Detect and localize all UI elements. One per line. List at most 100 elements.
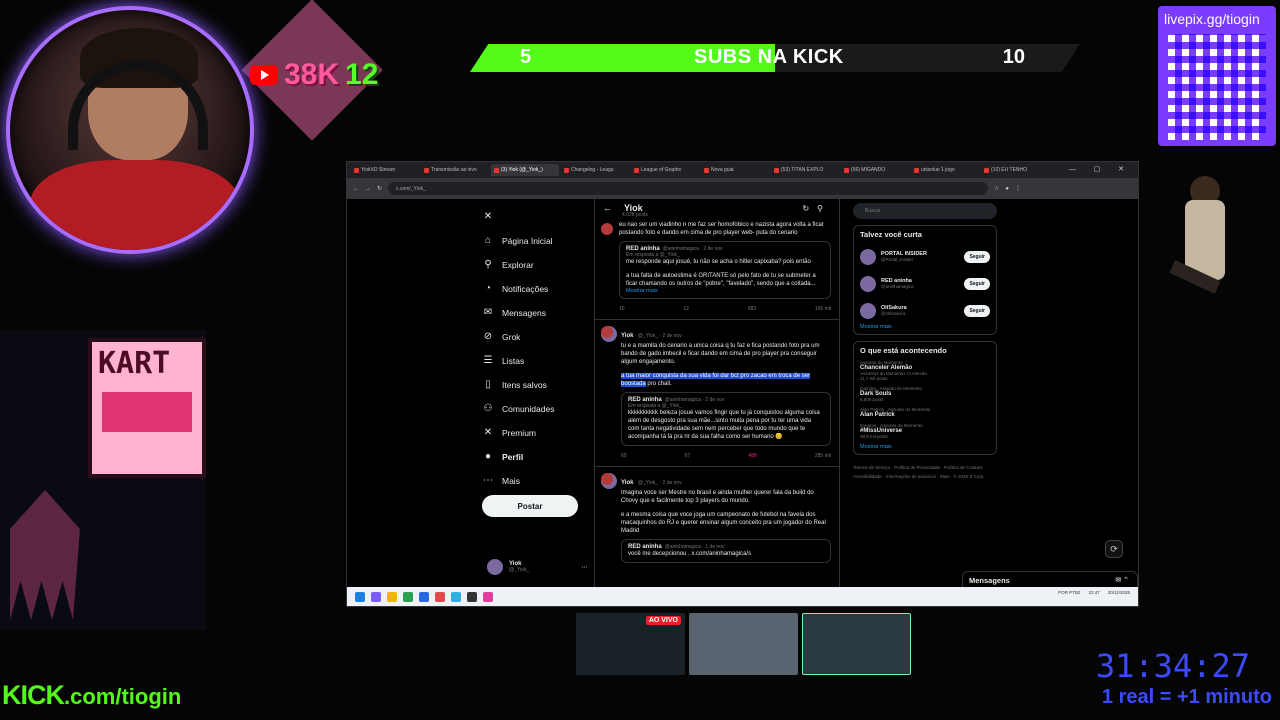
browser-tab[interactable]: Changelog - Leagu: [561, 164, 629, 176]
follow-suggestion[interactable]: PORTAL INSIDER @Portal_Insider Seguir: [860, 243, 990, 270]
browser-tab[interactable]: Transmissão ao vivo: [421, 164, 489, 176]
tweet-text-tail: pro chall.: [647, 381, 672, 387]
app-icon[interactable]: [371, 591, 381, 602]
trending-title: O que está acontecendo: [860, 346, 947, 355]
address-bar[interactable]: x.com/_Yiok_: [388, 182, 989, 195]
sidebar-item-explorar[interactable]: ⚲ Explorar: [483, 253, 583, 277]
reply-count[interactable]: 10: [619, 306, 625, 312]
browser-tab[interactable]: (10) EU TENHO: [981, 164, 1049, 176]
avatar: [487, 559, 503, 575]
tab-strip: YiokXD Stream Transmissão ao vivo (3) Yiok…: [347, 162, 1138, 178]
follow-button[interactable]: Seguir: [964, 304, 990, 317]
retweet-count[interactable]: 67: [685, 453, 691, 459]
scene-thumb-avatar-2[interactable]: [802, 613, 911, 675]
sidebar-item-mensagens[interactable]: ✉ Mensagens: [483, 301, 583, 325]
sidebar-item-comunidades[interactable]: ⚇ Comunidades: [483, 397, 583, 421]
window-controls[interactable]: — ▢ ✕: [1069, 165, 1132, 173]
app-icon[interactable]: [403, 591, 413, 602]
back-icon[interactable]: ←: [353, 186, 359, 192]
reply-count[interactable]: 69: [621, 453, 627, 459]
grok-icon[interactable]: ⟳: [1105, 540, 1123, 558]
tweet-text: tu e a mamita do cenario a unica coisa q…: [621, 343, 820, 365]
sidebar-item-mais[interactable]: ⋯ Mais: [483, 469, 583, 493]
trending-panel: O que está acontecendo Assunto do Moment…: [853, 341, 997, 455]
tab-favicon-icon: [914, 167, 919, 173]
follow-suggestion[interactable]: OliSakura @OliSakura Seguir: [860, 297, 990, 324]
browser-tab[interactable]: YiokXD Stream: [351, 164, 419, 176]
trend-item[interactable]: Assunto do Momento Chanceler Alemão Assunt…: [860, 360, 990, 381]
tab-favicon-icon: [984, 167, 989, 173]
scene-thumb-avatar[interactable]: [689, 613, 798, 675]
chevron-up-icon[interactable]: ✉ ⌃: [1115, 576, 1129, 584]
app-icon[interactable]: [483, 591, 493, 602]
quoted-tweet[interactable]: RED aninha @aninhamagica · 1 de nov você…: [601, 473, 831, 563]
trend-item[interactable]: Gaming · Assunto do Momento Dark Souls 6.6…: [860, 386, 990, 402]
folder-icon[interactable]: [387, 591, 397, 602]
retweet-count[interactable]: 12: [683, 306, 689, 312]
x-logo[interactable]: ✕: [483, 205, 583, 229]
like-count[interactable]: 683: [748, 306, 756, 312]
sidebar-item-página-inicial[interactable]: ⌂ Página Inicial: [483, 229, 583, 253]
tweet-text: eu nao ser um viadinho n me faz ser homo…: [619, 222, 824, 236]
sidebar-item-label: Itens salvos: [502, 380, 547, 390]
system-tray[interactable]: POR PTB2 22:47 20/11/2025: [1058, 590, 1130, 595]
tweet[interactable]: Yiok @_Yiok_ · 2 de nov Imagina voce ser…: [595, 467, 839, 571]
app-icon[interactable]: [467, 591, 477, 602]
sidebar-item-perfil[interactable]: ● Perfil: [483, 445, 583, 469]
view-count[interactable]: 285 mil: [815, 453, 831, 459]
view-count[interactable]: 165 mil: [815, 306, 831, 312]
sidebar-item-premium[interactable]: ✕ Premium: [483, 421, 583, 445]
browser-tab[interactable]: Nova guia: [701, 164, 769, 176]
search-input[interactable]: Buscar: [853, 203, 997, 219]
tab-title: YiokXD Stream: [361, 167, 395, 173]
account-switcher[interactable]: Yiok @_Yiok_ ⋯: [487, 559, 587, 575]
post-button[interactable]: Postar: [482, 495, 578, 517]
quoted-tweet[interactable]: RED aninha @aninhamagica · 2 de nov Em r…: [601, 326, 831, 446]
windows-start-icon[interactable]: [355, 591, 365, 602]
browser-tab[interactable]: (56) MIGANDO: [841, 164, 909, 176]
browser-window: YiokXD Stream Transmissão ao vivo (3) Yiok…: [346, 161, 1139, 607]
quote-text: kkkkkkkkkk beleza josué vamos fingir que…: [628, 410, 820, 440]
tweet[interactable]: Yiok @_Yiok_ · 2 de nov tu e a mamita do…: [595, 320, 839, 467]
avatar: [601, 326, 613, 338]
account-handle: @_Yiok_: [509, 567, 530, 573]
chrome-icon[interactable]: [435, 591, 445, 602]
forward-icon[interactable]: →: [365, 186, 371, 192]
show-more-link[interactable]: Mostrar mais: [860, 444, 990, 450]
show-more-link[interactable]: Mostrar mais: [626, 288, 824, 294]
back-arrow-icon[interactable]: ←: [603, 203, 612, 213]
browser-tab[interactable]: (53) TITAN EXPLO: [771, 164, 839, 176]
sidebar-item-itens-salvos[interactable]: ▯ Itens salvos: [483, 373, 583, 397]
follow-suggestion[interactable]: RED aninha @aninhamagica Seguir: [860, 270, 990, 297]
browser-tab[interactable]: League of Graphs: [631, 164, 699, 176]
more-icon[interactable]: ⋯: [581, 564, 587, 571]
browser-toolbar: ← → ↻ x.com/_Yiok_ ☆ ● ⋮: [347, 178, 1138, 199]
header-icons[interactable]: ↻⚲: [802, 204, 831, 213]
reload-icon[interactable]: ↻: [377, 185, 382, 192]
trend-item[interactable]: Alan Patrick · Assunto do Momento Alan Pa…: [860, 407, 990, 418]
footer-links[interactable]: Termos de Serviço · Política de Privacid…: [853, 463, 997, 481]
show-more-link[interactable]: Mostrar mais: [860, 324, 990, 330]
bookmark-star-icon[interactable]: ☆: [994, 185, 999, 192]
tab-favicon-icon: [354, 167, 359, 173]
sidebar-item-listas[interactable]: ☰ Listas: [483, 349, 583, 373]
app-icon[interactable]: [419, 591, 429, 602]
trend-item[interactable]: Eventos · Assunto do Momento #MissUnivers…: [860, 423, 990, 439]
browser-menu-icon[interactable]: ⋮: [1015, 185, 1021, 192]
app-icon[interactable]: [451, 591, 461, 602]
quoted-tweet[interactable]: RED aninha @aninhamagica · 2 de nov Em r…: [601, 223, 831, 299]
sidebar-item-grok[interactable]: ⊘ Grok: [483, 325, 583, 349]
tab-title: Changelog - Leagu: [571, 167, 614, 173]
quote-text: me responde aqui josué, tu não se acha o…: [626, 259, 811, 265]
profile-icon[interactable]: ●: [1005, 186, 1009, 192]
follow-button[interactable]: Seguir: [964, 277, 990, 290]
scene-thumb-desktop[interactable]: AO VIVO: [576, 613, 685, 675]
tweet[interactable]: eu nao ser um viadinho n me faz ser homo…: [595, 217, 839, 320]
browser-tab[interactable]: (3) Yiok (@_Yiok_): [491, 164, 559, 176]
sidebar-item-notificações[interactable]: ◔ Notificações: [483, 277, 583, 301]
follow-button[interactable]: Seguir: [964, 250, 990, 263]
quote-text-2: a tua falta de autoestima é GRITANTE só …: [626, 273, 816, 287]
browser-tab[interactable]: unisolue 1 jogo: [911, 164, 979, 176]
tab-title: (53) TITAN EXPLO: [781, 167, 824, 173]
like-count[interactable]: 488: [748, 453, 756, 459]
